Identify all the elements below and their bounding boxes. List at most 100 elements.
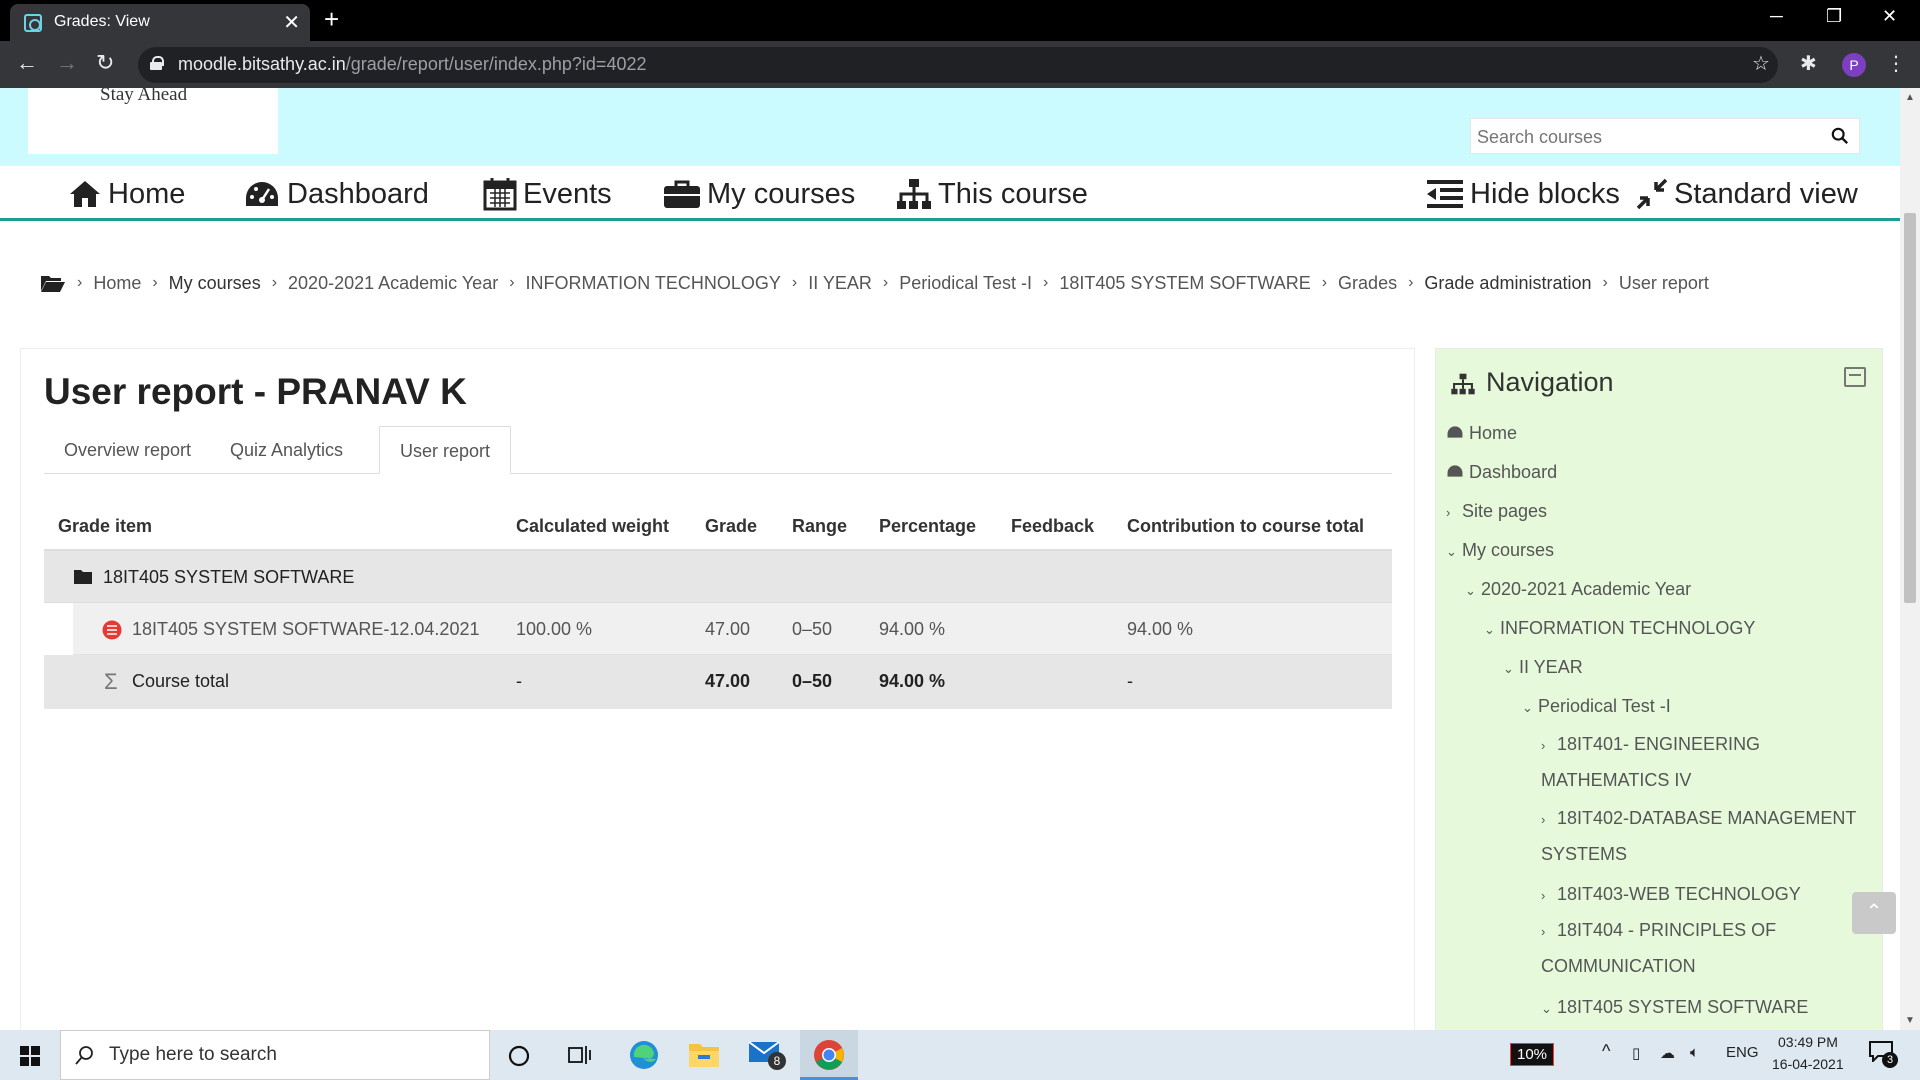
breadcrumb-grades[interactable]: Grades [1338, 273, 1397, 294]
search-input[interactable] [1477, 123, 1807, 151]
breadcrumb-home[interactable]: Home [93, 273, 141, 294]
total-range: 0–50 [792, 671, 833, 691]
action-center[interactable]: 3 [1868, 1040, 1900, 1070]
quiz-icon [102, 620, 122, 640]
nav-tree-department[interactable]: ⌄ INFORMATION TECHNOLOGY [1484, 618, 1755, 639]
clock-date[interactable]: 16-04-2021 [1772, 1056, 1844, 1072]
nav-tree-dashboard[interactable]: Dashboard [1446, 462, 1557, 483]
dashboard-icon [1447, 465, 1463, 477]
network-icon[interactable]: ☁ [1660, 1044, 1675, 1062]
breadcrumb-grade-administration[interactable]: Grade administration [1424, 273, 1591, 294]
tab-overview-report[interactable]: Overview report [44, 426, 211, 474]
nav-tree-year[interactable]: ⌄ II YEAR [1503, 657, 1583, 678]
forward-icon[interactable]: → [56, 51, 78, 75]
breadcrumb-course[interactable]: 18IT405 SYSTEM SOFTWARE [1059, 273, 1310, 294]
grade-item-row: 18IT405 SYSTEM SOFTWARE-12.04.2021 100.0… [73, 603, 1392, 655]
url-text[interactable]: moodle.bitsathy.ac.in/grade/report/user/… [178, 54, 646, 75]
tab-user-report[interactable]: User report [379, 426, 512, 474]
chevron-up-icon: ⌃ [1865, 901, 1883, 923]
collapse-block-icon[interactable] [1844, 367, 1866, 387]
show-hidden-icons-icon[interactable]: ^ [1602, 1041, 1610, 1062]
breadcrumb-academic-year[interactable]: 2020-2021 Academic Year [288, 273, 498, 294]
browser-menu-icon[interactable]: ⋮ [1886, 51, 1906, 76]
windows-taskbar: Type here to search 8 10% ^ ▯ ☁ 🔈︎ ENG 0… [0, 1030, 1920, 1080]
nav-tree-academic-year[interactable]: ⌄ 2020-2021 Academic Year [1465, 579, 1691, 600]
lock-icon[interactable] [150, 56, 164, 70]
grade-table: Grade item Calculated weight Grade Range… [44, 501, 1392, 709]
close-tab-icon[interactable]: ✕ [283, 10, 300, 35]
chevron-down-icon: ⌄ [1522, 700, 1533, 715]
nav-dashboard[interactable]: Dashboard [243, 174, 429, 214]
standard-view-button[interactable]: Standard view [1636, 174, 1858, 214]
search-icon[interactable] [1831, 127, 1849, 145]
course-total-row: Σ Course total - 47.00 0–50 94.00 % - [44, 655, 1392, 709]
nav-events[interactable]: Events [483, 174, 612, 214]
minimize-icon[interactable]: ─ [1770, 6, 1783, 27]
breadcrumb-department[interactable]: INFORMATION TECHNOLOGY [526, 273, 781, 294]
volume-icon[interactable]: 🔈︎ [1690, 1044, 1699, 1061]
nav-tree-course-405[interactable]: ⌄ 18IT405 SYSTEM SOFTWARE [1541, 997, 1808, 1018]
main-content: User report - PRANAV K Overview report Q… [20, 348, 1415, 1030]
extensions-icon[interactable]: ✱ [1800, 51, 1817, 76]
site-logo[interactable]: Stay Ahead [28, 88, 278, 154]
nav-my-courses-label: My courses [707, 177, 856, 210]
compress-icon [1636, 178, 1668, 210]
cortana-icon[interactable] [508, 1045, 530, 1067]
breadcrumb-test[interactable]: Periodical Test -I [899, 273, 1032, 294]
breadcrumb-separator: › [791, 274, 798, 291]
total-weight: - [516, 671, 522, 691]
task-view-icon[interactable] [568, 1044, 592, 1066]
nav-home[interactable]: Home [68, 174, 185, 214]
mail-app[interactable]: 8 [748, 1038, 788, 1078]
chevron-down-icon: ⌄ [1503, 661, 1514, 676]
page-scrollbar[interactable]: ▲ ▼ [1900, 88, 1920, 1030]
nav-this-course[interactable]: This course [896, 174, 1088, 214]
chevron-down-icon: ⌄ [1446, 544, 1457, 559]
nav-tree-course-404[interactable]: › 18IT404 - PRINCIPLES OF COMMUNICATION [1541, 913, 1871, 984]
scroll-up-icon[interactable]: ▲ [1905, 92, 1915, 103]
edge-browser-icon[interactable] [628, 1039, 660, 1071]
clock-time[interactable]: 03:49 PM [1778, 1034, 1838, 1050]
tab-quiz-analytics[interactable]: Quiz Analytics [210, 426, 363, 474]
bookmark-star-icon[interactable]: ☆ [1752, 51, 1770, 76]
outdent-icon [1427, 180, 1463, 208]
nav-my-courses[interactable]: My courses [663, 174, 855, 214]
breadcrumb-separator: › [1408, 274, 1414, 291]
nav-tree-course-401[interactable]: › 18IT401- ENGINEERING MATHEMATICS IV [1541, 727, 1871, 798]
battery-indicator[interactable]: 10% [1510, 1043, 1555, 1066]
chrome-taskbar-button[interactable] [800, 1030, 858, 1080]
windows-start-icon[interactable] [20, 1046, 40, 1066]
folder-open-icon[interactable] [40, 273, 66, 293]
breadcrumb-my-courses[interactable]: My courses [169, 273, 261, 294]
header-calculated-weight: Calculated weight [516, 516, 670, 536]
scrollbar-thumb[interactable] [1904, 213, 1916, 603]
nav-tree-my-courses[interactable]: ⌄ My courses [1446, 540, 1554, 561]
new-tab-icon[interactable]: + [324, 6, 339, 32]
nav-tree-course-402[interactable]: › 18IT402-DATABASE MANAGEMENT SYSTEMS [1541, 801, 1871, 872]
nav-tree-periodical-test[interactable]: ⌄ Periodical Test -I [1522, 696, 1671, 717]
breadcrumb-separator: › [1321, 274, 1328, 291]
course-total-label: Course total [132, 671, 230, 691]
language-indicator[interactable]: ENG [1726, 1044, 1759, 1061]
breadcrumb-year[interactable]: II YEAR [808, 273, 872, 294]
browser-tab[interactable]: Grades: View ✕ [10, 4, 310, 41]
taskbar-search[interactable]: Type here to search [60, 1030, 490, 1080]
hide-blocks-button[interactable]: Hide blocks [1426, 174, 1620, 214]
nav-tree-site-pages[interactable]: › Site pages [1446, 501, 1547, 522]
file-explorer-icon[interactable] [688, 1041, 720, 1069]
breadcrumb-separator: › [152, 274, 158, 291]
chevron-right-icon: › [1446, 505, 1451, 520]
device-icon[interactable]: ▯ [1632, 1044, 1640, 1062]
scroll-down-icon[interactable]: ▼ [1905, 1015, 1915, 1026]
back-icon[interactable]: ← [16, 51, 38, 75]
back-to-top-button[interactable]: ⌃ [1852, 892, 1896, 934]
nav-tree-home[interactable]: Home [1446, 423, 1517, 444]
breadcrumb-separator: › [271, 274, 278, 291]
chevron-right-icon: › [1541, 888, 1546, 903]
profile-avatar[interactable]: P [1842, 53, 1866, 77]
close-window-icon[interactable]: ✕ [1882, 6, 1897, 27]
reload-icon[interactable]: ↻ [96, 51, 114, 75]
restore-icon[interactable]: ❐ [1826, 6, 1842, 27]
grade-item-link[interactable]: 18IT405 SYSTEM SOFTWARE-12.04.2021 [132, 619, 479, 640]
nav-tree-course-403[interactable]: › 18IT403-WEB TECHNOLOGY [1541, 884, 1801, 905]
